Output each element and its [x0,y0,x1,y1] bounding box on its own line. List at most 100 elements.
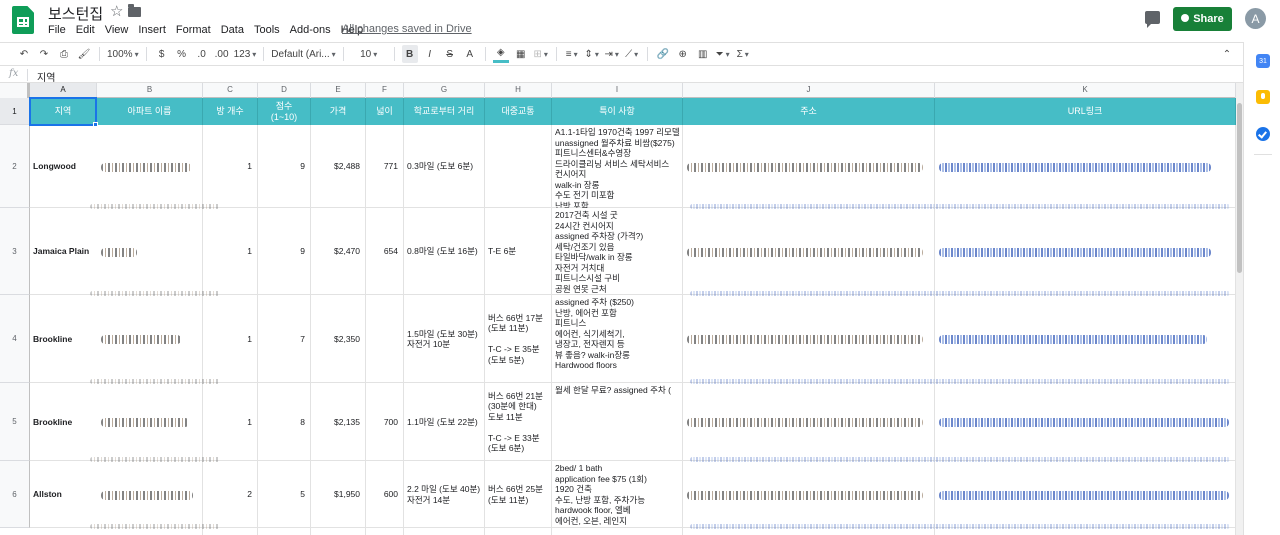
cell-score[interactable]: 7 [258,295,305,383]
redacted-address[interactable] [687,335,923,344]
merge-cells-icon[interactable]: ⊞ [533,45,549,63]
cell-score[interactable]: 8 [258,383,305,461]
column-header[interactable]: J [683,83,935,98]
row-header[interactable]: 2 [0,125,30,208]
redacted-apartment-name[interactable] [101,247,137,257]
undo-icon[interactable]: ↶ [16,45,32,63]
scrollbar-thumb[interactable] [1237,103,1242,273]
header-cell[interactable]: 지역 [30,98,97,125]
redacted-apartment-name[interactable] [101,490,193,500]
insert-link-icon[interactable]: 🔗 [655,45,671,63]
redacted-address[interactable] [687,162,923,172]
cell-notes[interactable]: A1.1-1타입 1970건축 1997 리모델 unassigned 월주차료… [555,127,683,208]
header-cell[interactable]: 대중교통 [485,98,552,125]
redo-icon[interactable]: ↷ [36,45,52,63]
menu-data[interactable]: Data [216,23,249,39]
column-header[interactable]: K [935,83,1236,98]
menu-file[interactable]: File [43,23,71,39]
row-header[interactable]: 3 [0,208,30,295]
header-cell[interactable]: 가격 [311,98,366,125]
cell-region[interactable]: Longwood [33,125,97,208]
redacted-url-link[interactable] [939,335,1207,344]
borders-icon[interactable]: ▦ [513,45,529,63]
functions-icon[interactable]: Σ [735,45,751,63]
cell-area[interactable]: 600 [366,461,398,528]
menu-tools[interactable]: Tools [249,23,285,39]
row-header[interactable]: 6 [0,461,30,528]
row-header[interactable]: 1 [0,98,30,125]
cell-distance[interactable]: 1.1마일 (도보 22분) [407,383,485,461]
cell-score[interactable]: 9 [258,125,305,208]
cell-notes[interactable]: assigned 주차 ($250) 난방, 에어컨 포함 피트니스 에어컨, … [555,297,683,383]
folder-icon[interactable] [128,4,141,17]
cell-price[interactable]: $2,470 [311,208,360,295]
cell-notes[interactable]: 2017건축 시설 굿 24시간 컨시어지 assigned 주차장 (가격?)… [555,210,683,295]
strikethrough-button[interactable]: S [442,45,458,63]
keep-icon[interactable] [1256,90,1270,104]
cell-transit[interactable] [488,125,552,208]
text-rotate-icon[interactable]: ⟋ [624,45,640,63]
paint-format-icon[interactable]: 🖌 [76,45,92,63]
fill-color-icon[interactable]: ◈ [492,45,509,63]
cell-region[interactable]: Brookline [33,295,97,383]
cell-price[interactable]: $2,135 [311,383,360,461]
column-header[interactable]: C [203,83,258,98]
cell-score[interactable]: 5 [258,461,305,528]
cell-transit[interactable]: 버스 66번 17분 (도보 11분) T-C -> E 35분 (도보 5분) [488,295,552,383]
cell-transit[interactable]: 버스 66번 21분 (30분에 한대) 도보 11분 T-C -> E 33분… [488,383,552,461]
vertical-align-icon[interactable]: ⇕ [584,45,600,63]
cell-region[interactable]: Allston [33,461,97,528]
column-header[interactable]: A [30,83,97,98]
menu-view[interactable]: View [100,23,134,39]
cell-transit[interactable]: 버스 66번 25분 (도보 11분) [488,461,552,528]
menu-insert[interactable]: Insert [133,23,171,39]
column-header[interactable]: D [258,83,311,98]
currency-format-button[interactable]: $ [154,45,170,63]
cell-notes[interactable]: 월세 한달 무료? assigned 주차 ( [555,385,683,461]
cell-distance[interactable]: 0.3마일 (도보 6분) [407,125,485,208]
cell-rooms[interactable]: 1 [203,208,252,295]
tasks-icon[interactable] [1256,127,1270,141]
redacted-apartment-name[interactable] [101,162,191,172]
cell-price[interactable]: $2,488 [311,125,360,208]
account-avatar[interactable]: A [1245,8,1266,29]
share-button[interactable]: Share [1173,7,1232,31]
redacted-url-link[interactable] [939,490,1229,500]
save-status-link[interactable]: All changes saved in Drive [342,23,472,35]
cell-rooms[interactable]: 1 [203,383,252,461]
formula-input[interactable]: 지역 [37,69,55,84]
redacted-apartment-name[interactable] [101,335,181,344]
column-header[interactable]: E [311,83,366,98]
header-cell[interactable]: 아파트 이름 [97,98,203,125]
row-header[interactable]: 4 [0,295,30,383]
header-cell[interactable]: 주소 [683,98,935,125]
row-header[interactable]: 5 [0,383,30,461]
filter-icon[interactable]: ⏷ [715,45,731,63]
column-header[interactable]: I [552,83,683,98]
redacted-url-link[interactable] [939,162,1211,172]
font-family-select[interactable]: Default (Ari... [271,45,335,63]
bold-button[interactable]: B [401,45,418,63]
column-header[interactable]: F [366,83,404,98]
column-header[interactable]: G [404,83,485,98]
cell-transit[interactable]: T-E 6분 [488,208,552,295]
cell-area[interactable]: 654 [366,208,398,295]
cell-distance[interactable]: 0.8마일 (도보 16분) [407,208,485,295]
cell-price[interactable]: $1,950 [311,461,360,528]
cell-area[interactable]: 700 [366,383,398,461]
cell-rooms[interactable]: 1 [203,125,252,208]
column-header[interactable]: H [485,83,552,98]
redacted-url-link[interactable] [939,418,1229,427]
calendar-icon[interactable]: 31 [1256,54,1270,68]
star-icon[interactable]: ☆ [110,2,123,20]
vertical-scrollbar[interactable] [1236,83,1243,535]
text-wrap-icon[interactable]: ⇥ [604,45,620,63]
menu-format[interactable]: Format [171,23,216,39]
cell-price[interactable]: $2,350 [311,295,360,383]
font-size-select[interactable]: 10 [351,45,387,63]
header-cell[interactable]: 점수 (1~10) [258,98,311,125]
cell-region[interactable]: Jamaica Plain [33,208,97,295]
redacted-address[interactable] [687,418,923,427]
zoom-select[interactable]: 100% [107,45,139,63]
decrease-decimal-button[interactable]: .0 [194,45,210,63]
